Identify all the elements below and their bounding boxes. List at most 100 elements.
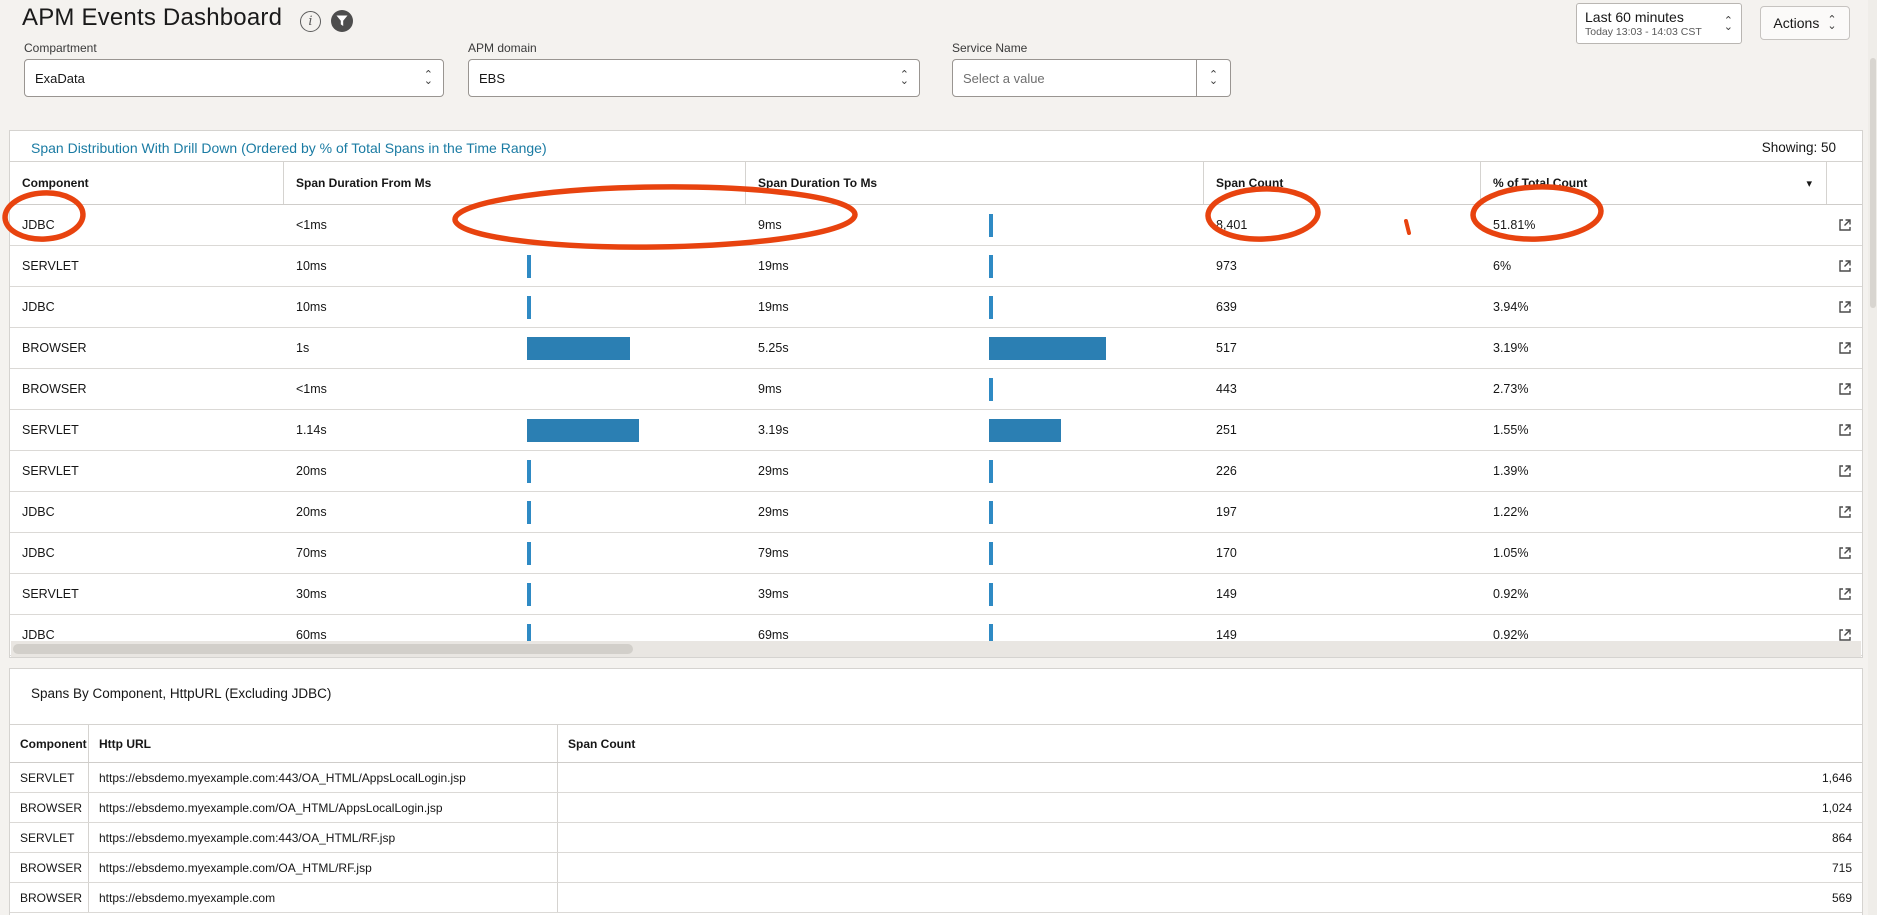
cell-duration-to: 3.19s — [746, 410, 1204, 450]
cell-duration-from: 1.14s — [284, 410, 746, 450]
chevron-updown-icon: ⌃⌄ — [1209, 72, 1218, 84]
duration-from-bar — [527, 460, 531, 483]
column-header-drilldown — [1827, 162, 1862, 204]
drilldown-link-icon[interactable] — [1827, 328, 1862, 368]
showing-count: Showing: 50 — [1762, 140, 1836, 155]
cell-span-count: 639 — [1204, 287, 1481, 327]
filter-funnel-icon[interactable] — [331, 10, 353, 32]
table-row: SERVLET1.14s3.19s2511.55% — [10, 410, 1862, 451]
drilldown-link-icon[interactable] — [1827, 533, 1862, 573]
cell-span-count: 1,024 — [558, 793, 1862, 822]
drilldown-link-icon[interactable] — [1827, 369, 1862, 409]
external-link-glyph — [1838, 464, 1852, 478]
cell-http-url: https://ebsdemo.myexample.com:443/OA_HTM… — [89, 763, 558, 792]
table-row: JDBC<1ms9ms8,40151.81% — [10, 205, 1862, 246]
cell-component: SERVLET — [10, 451, 284, 491]
external-link-glyph — [1838, 587, 1852, 601]
external-link-glyph — [1838, 505, 1852, 519]
cell-duration-from: 30ms — [284, 574, 746, 614]
span-table-body: JDBC<1ms9ms8,40151.81%SERVLET10ms19ms973… — [10, 205, 1862, 656]
table-row: BROWSERhttps://ebsdemo.myexample.com569 — [10, 883, 1862, 913]
cell-span-count: 443 — [1204, 369, 1481, 409]
duration-from-bar — [527, 501, 531, 524]
drilldown-link-icon[interactable] — [1827, 574, 1862, 614]
pct-header-label: % of Total Count — [1493, 176, 1587, 190]
cell-pct-total: 1.22% — [1481, 492, 1827, 532]
column-header-span-duration-from[interactable]: Span Duration From Ms — [284, 162, 746, 204]
duration-from-bar — [527, 542, 531, 565]
cell-span-count: 251 — [1204, 410, 1481, 450]
apm-domain-label: APM domain — [468, 41, 537, 55]
table-row: JDBC20ms29ms1971.22% — [10, 492, 1862, 533]
span-distribution-panel: Span Distribution With Drill Down (Order… — [9, 130, 1863, 658]
cell-component: BROWSER — [10, 793, 89, 822]
column-header-pct-total[interactable]: % of Total Count ▾ — [1481, 162, 1827, 204]
url-table-header: Component Http URL Span Count — [10, 724, 1862, 763]
duration-to-bar — [989, 337, 1106, 360]
time-range-selector[interactable]: Last 60 minutes Today 13:03 - 14:03 CST … — [1576, 3, 1742, 44]
sort-desc-icon[interactable]: ▾ — [1806, 177, 1812, 190]
external-link-glyph — [1838, 628, 1852, 642]
cell-component: SERVLET — [10, 574, 284, 614]
cell-component: SERVLET — [10, 763, 89, 792]
horizontal-scrollbar-thumb[interactable] — [13, 644, 633, 654]
info-icon[interactable]: i — [300, 11, 321, 32]
duration-to-bar — [989, 583, 993, 606]
compartment-select[interactable]: ExaData ⌃⌄ — [24, 59, 444, 97]
duration-from-bar — [527, 296, 531, 319]
cell-duration-from: 70ms — [284, 533, 746, 573]
duration-to-bar — [989, 419, 1061, 442]
cell-duration-from: 1s — [284, 328, 746, 368]
horizontal-scrollbar[interactable] — [11, 641, 1861, 657]
cell-component: BROWSER — [10, 328, 284, 368]
cell-component: BROWSER — [10, 883, 89, 912]
cell-pct-total: 1.55% — [1481, 410, 1827, 450]
column-header-component[interactable]: Component — [10, 162, 284, 204]
cell-pct-total: 3.94% — [1481, 287, 1827, 327]
drilldown-link-icon[interactable] — [1827, 205, 1862, 245]
url-table-title: Spans By Component, HttpURL (Excluding J… — [31, 686, 331, 701]
external-link-glyph — [1838, 218, 1852, 232]
apm-domain-value: EBS — [479, 71, 900, 86]
span-table-title: Span Distribution With Drill Down (Order… — [31, 140, 547, 156]
cell-duration-to: 9ms — [746, 205, 1204, 245]
service-name-input[interactable]: Select a value — [952, 59, 1197, 97]
compartment-value: ExaData — [35, 71, 424, 86]
cell-pct-total: 1.39% — [1481, 451, 1827, 491]
drilldown-link-icon[interactable] — [1827, 451, 1862, 491]
column-header-component[interactable]: Component — [10, 725, 89, 762]
chevron-updown-icon: ⌃⌄ — [900, 72, 909, 84]
drilldown-link-icon[interactable] — [1827, 410, 1862, 450]
cell-duration-to: 5.25s — [746, 328, 1204, 368]
vertical-scrollbar[interactable] — [1868, 0, 1877, 915]
service-name-dropdown-button[interactable]: ⌃⌄ — [1197, 59, 1231, 97]
table-row: JDBC10ms19ms6393.94% — [10, 287, 1862, 328]
actions-button[interactable]: Actions ⌃⌄ — [1760, 6, 1850, 40]
column-header-span-duration-to[interactable]: Span Duration To Ms — [746, 162, 1204, 204]
drilldown-link-icon[interactable] — [1827, 492, 1862, 532]
column-header-span-count[interactable]: Span Count — [1204, 162, 1481, 204]
duration-to-bar — [989, 214, 993, 237]
cell-duration-from: 20ms — [284, 492, 746, 532]
column-header-span-count[interactable]: Span Count — [558, 725, 1862, 762]
drilldown-link-icon[interactable] — [1827, 246, 1862, 286]
cell-component: JDBC — [10, 205, 284, 245]
cell-span-count: 226 — [1204, 451, 1481, 491]
compartment-label: Compartment — [24, 41, 97, 55]
cell-pct-total: 3.19% — [1481, 328, 1827, 368]
apm-domain-select[interactable]: EBS ⌃⌄ — [468, 59, 920, 97]
cell-span-count: 170 — [1204, 533, 1481, 573]
cell-duration-to: 19ms — [746, 246, 1204, 286]
vertical-scrollbar-thumb[interactable] — [1870, 58, 1876, 308]
chevron-updown-icon: ⌃⌄ — [1724, 18, 1733, 30]
external-link-glyph — [1838, 300, 1852, 314]
column-header-http-url[interactable]: Http URL — [89, 725, 558, 762]
cell-pct-total: 6% — [1481, 246, 1827, 286]
funnel-glyph — [336, 15, 348, 27]
actions-label: Actions — [1773, 15, 1819, 31]
cell-span-count: 569 — [558, 883, 1862, 912]
drilldown-link-icon[interactable] — [1827, 287, 1862, 327]
cell-http-url: https://ebsdemo.myexample.com — [89, 883, 558, 912]
duration-to-bar — [989, 542, 993, 565]
cell-duration-from: <1ms — [284, 205, 746, 245]
